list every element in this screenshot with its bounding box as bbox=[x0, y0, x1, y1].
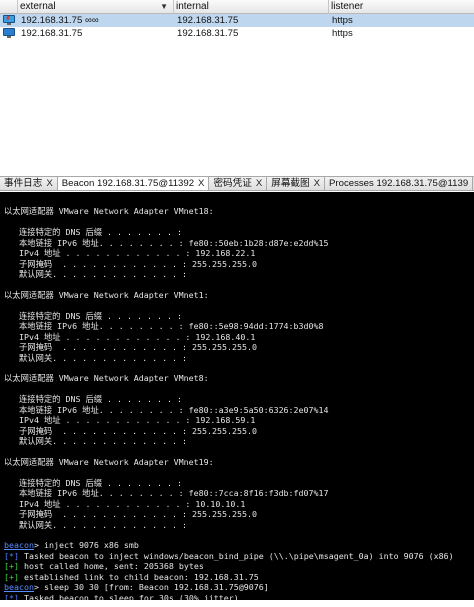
tab-beacon[interactable]: Beacon 192.168.31.75@11392 X bbox=[57, 177, 210, 190]
cell-internal: 192.168.31.75 bbox=[177, 15, 239, 26]
status-info-tag: [*] bbox=[4, 550, 19, 561]
console-line: IPv4 地址 . . . . . . . . . . . . : 10.10.… bbox=[4, 498, 246, 509]
cell-external: 192.168.31.75 ∞∞ bbox=[21, 15, 99, 26]
console-command-line: beacon> sleep 30 30 [from: Beacon 192.16… bbox=[4, 582, 470, 592]
close-icon[interactable]: X bbox=[198, 177, 204, 190]
console-line: 以太网适配器 VMware Network Adapter VMnet18: bbox=[4, 206, 214, 217]
column-header-listener[interactable]: listener bbox=[329, 0, 474, 14]
status-bar bbox=[0, 600, 474, 607]
console-commands: beacon> inject 9076 x86 smb [*] Tasked be… bbox=[4, 540, 470, 607]
beacon-console[interactable]: 以太网适配器 VMware Network Adapter VMnet18: 连… bbox=[0, 192, 474, 607]
status-ok-tag: [+] bbox=[4, 561, 19, 572]
column-header-internal-label: internal bbox=[176, 1, 209, 12]
column-header-icon[interactable] bbox=[0, 0, 18, 14]
close-icon[interactable]: X bbox=[314, 177, 320, 190]
console-line: 连接特定的 DNS 后缀 . . . . . . . : bbox=[4, 477, 182, 488]
console-status-line: [+] host called home, sent: 205368 bytes bbox=[4, 561, 470, 571]
console-line: 以太网适配器 VMware Network Adapter VMnet1: bbox=[4, 289, 209, 300]
console-line: 子网掩码 . . . . . . . . . . . . : 255.255.2… bbox=[4, 342, 257, 353]
table-row[interactable]: 192.168.31.75 ∞∞ 192.168.31.75 https bbox=[0, 14, 474, 27]
beacon-prompt: beacon bbox=[4, 540, 34, 551]
close-icon[interactable]: X bbox=[46, 177, 52, 190]
status-ok-tag: [+] bbox=[4, 571, 19, 582]
tab-bar: 事件日志 X Beacon 192.168.31.75@11392 X 密码凭证… bbox=[0, 176, 474, 191]
console-line: 以太网适配器 VMware Network Adapter VMnet19: bbox=[4, 456, 214, 467]
console-line: 本地链接 IPv6 地址. . . . . . . . : fe80::7cca… bbox=[4, 488, 329, 499]
tab-label: 事件日志 bbox=[4, 178, 43, 189]
column-header-external-label: external bbox=[20, 1, 56, 12]
console-command-line: beacon> inject 9076 x86 smb bbox=[4, 540, 470, 550]
console-line: 连接特定的 DNS 后缀 . . . . . . . : bbox=[4, 394, 182, 405]
console-line: 子网掩码 . . . . . . . . . . . . : 255.255.2… bbox=[4, 425, 257, 436]
beacon-prompt: beacon bbox=[4, 582, 34, 593]
column-header-internal[interactable]: internal bbox=[174, 0, 329, 14]
console-line: 连接特定的 DNS 后缀 . . . . . . . : bbox=[4, 310, 182, 321]
table-header: external ▼ internal listener bbox=[0, 0, 474, 14]
console-text: Tasked beacon to inject windows/beacon_b… bbox=[19, 550, 454, 561]
console-status-line: [*] Tasked beacon to inject windows/beac… bbox=[4, 551, 470, 561]
computer-beacon-icon bbox=[0, 14, 18, 27]
cell-listener: https bbox=[332, 15, 353, 26]
console-text: established link to child beacon: 192.16… bbox=[19, 571, 259, 582]
console-status-line: [+] established link to child beacon: 19… bbox=[4, 572, 470, 582]
console-line: 默认网关. . . . . . . . . . . . . : bbox=[4, 352, 188, 363]
console-line: 默认网关. . . . . . . . . . . . . : bbox=[4, 436, 188, 447]
session-table: external ▼ internal listener 192.168.31.… bbox=[0, 0, 474, 172]
console-line: 本地链接 IPv6 地址. . . . . . . . : fe80::5e98… bbox=[4, 321, 324, 332]
console-line: 本地链接 IPv6 地址. . . . . . . . : fe80::50eb… bbox=[4, 237, 329, 248]
console-text: > sleep 30 30 [from: Beacon 192.168.31.7… bbox=[33, 582, 269, 593]
tab-label: Processes 192.168.31.75@1139 bbox=[329, 178, 469, 189]
console-line: 子网掩码 . . . . . . . . . . . . : 255.255.2… bbox=[4, 258, 257, 269]
console-line: 以太网适配器 VMware Network Adapter VMnet8: bbox=[4, 373, 209, 384]
table-row[interactable]: 192.168.31.75 192.168.31.75 https bbox=[0, 27, 474, 40]
tab-label: Beacon 192.168.31.75@11392 bbox=[61, 178, 195, 189]
console-line: IPv4 地址 . . . . . . . . . . . . : 192.16… bbox=[4, 415, 256, 426]
cell-listener: https bbox=[332, 28, 353, 39]
column-header-listener-label: listener bbox=[331, 1, 364, 12]
cell-internal: 192.168.31.75 bbox=[177, 28, 239, 39]
tab-event-log[interactable]: 事件日志 X bbox=[0, 177, 58, 190]
tab-processes[interactable]: Processes 192.168.31.75@1139 bbox=[325, 177, 474, 190]
console-line: 子网掩码 . . . . . . . . . . . . : 255.255.2… bbox=[4, 509, 257, 520]
close-icon[interactable]: X bbox=[256, 177, 262, 190]
cell-external: 192.168.31.75 bbox=[21, 28, 83, 39]
column-header-external[interactable]: external ▼ bbox=[18, 0, 174, 14]
computer-icon bbox=[0, 27, 18, 40]
console-line: 默认网关. . . . . . . . . . . . . : bbox=[4, 269, 188, 280]
console-line: 连接特定的 DNS 后缀 . . . . . . . : bbox=[4, 227, 182, 238]
tab-label: 密码凭证 bbox=[213, 178, 252, 189]
sort-down-icon: ▼ bbox=[160, 2, 168, 11]
console-text: > inject 9076 x86 smb bbox=[33, 540, 139, 551]
tab-credentials[interactable]: 密码凭证 X bbox=[209, 177, 268, 190]
console-line: IPv4 地址 . . . . . . . . . . . . : 192.16… bbox=[4, 331, 256, 342]
tab-label: 屏幕截图 bbox=[271, 178, 310, 189]
console-output: 以太网适配器 VMware Network Adapter VMnet18: 连… bbox=[4, 196, 470, 540]
console-line: IPv4 地址 . . . . . . . . . . . . : 192.16… bbox=[4, 248, 256, 259]
console-text: host called home, sent: 205368 bytes bbox=[19, 561, 204, 572]
tab-screenshots[interactable]: 屏幕截图 X bbox=[267, 177, 326, 190]
console-line: 默认网关. . . . . . . . . . . . . : bbox=[4, 519, 188, 530]
console-line: 本地链接 IPv6 地址. . . . . . . . : fe80::a3e9… bbox=[4, 404, 329, 415]
